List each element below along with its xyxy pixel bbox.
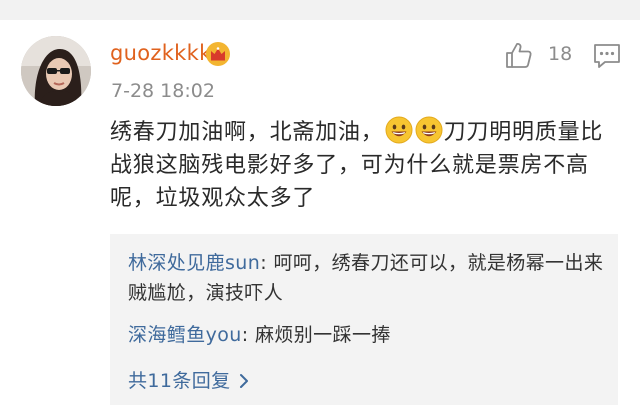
comment-text: 绣春刀加油啊，北斋加油， 刀刀明明质量比战狼这脑残电影好多了，可为什么就是票房不高… — [110, 116, 625, 215]
username[interactable]: guozkkkk — [110, 40, 212, 66]
top-divider-band — [0, 0, 640, 20]
comment-timestamp: 7-28 18:02 — [111, 80, 215, 102]
comment-text-part1: 绣春刀加油啊，北斋加油， — [110, 120, 384, 145]
thumbs-up-icon[interactable] — [504, 40, 534, 70]
reply-username[interactable]: 深海鳕鱼you — [128, 324, 242, 346]
like-count: 18 — [548, 43, 573, 65]
reply-separator: : — [241, 324, 249, 346]
grinning-face-emoji — [385, 116, 413, 144]
comment-icon[interactable] — [592, 41, 622, 71]
reply-separator: : — [260, 252, 267, 274]
chevron-right-icon — [239, 374, 248, 388]
reply-text: 麻烦别一踩一捧 — [248, 324, 391, 346]
more-replies-link[interactable]: 共11条回复 — [128, 368, 251, 394]
reply-item[interactable]: 深海鳕鱼you: 麻烦别一踩一捧 — [128, 320, 608, 350]
avatar[interactable] — [21, 36, 91, 106]
reply-item[interactable]: 林深处见鹿sun: 呵呵，绣春刀还可以，就是杨幂一出来贼尴尬，演技吓人 — [128, 248, 608, 308]
reply-username[interactable]: 林深处见鹿sun — [128, 252, 260, 274]
crown-icon — [206, 42, 230, 66]
more-replies-label: 共11条回复 — [128, 370, 231, 392]
reply-panel: 林深处见鹿sun: 呵呵，绣春刀还可以，就是杨幂一出来贼尴尬，演技吓人 深海鳕鱼… — [110, 234, 618, 405]
grinning-face-emoji — [415, 116, 443, 144]
